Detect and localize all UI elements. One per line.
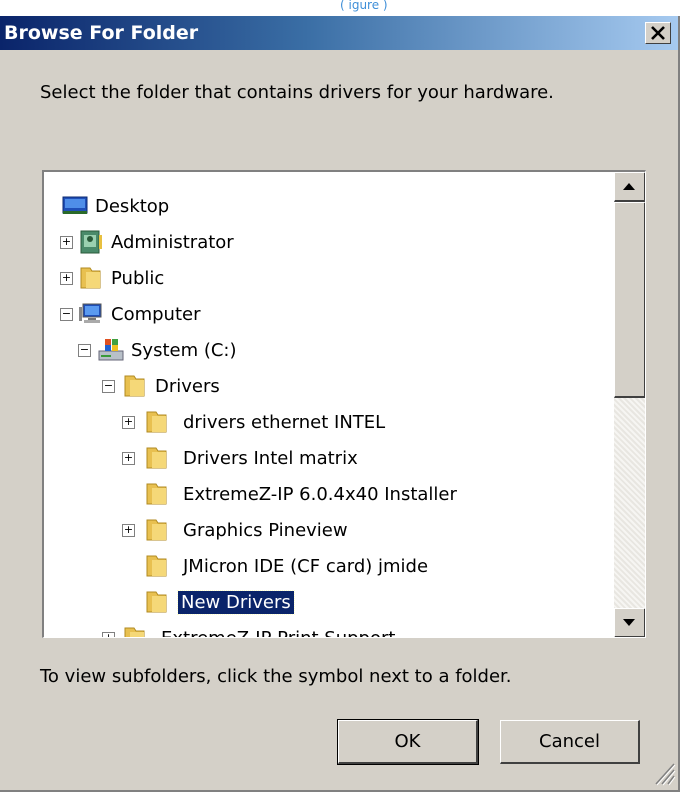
window-title: Browse For Folder [4,22,199,44]
close-button[interactable] [645,22,671,44]
system-drive-icon [98,339,124,361]
scroll-down-button[interactable] [614,608,645,637]
expand-toggle[interactable]: + [122,415,135,429]
expand-toggle[interactable]: + [102,631,115,637]
expand-toggle[interactable]: + [122,523,135,537]
folder-icon [146,591,167,613]
folder-icon [124,627,145,637]
resize-grip-icon[interactable] [648,756,676,786]
vertical-scrollbar[interactable] [614,172,645,637]
tree-item-label: Public [111,267,165,289]
tree-item-label: ExtremeZ-IP Print Support [161,627,396,638]
folder-icon [146,447,167,469]
tree-item-system-c[interactable]: − System (C:) [44,332,604,368]
expand-toggle[interactable]: + [122,451,135,465]
tree-item-administrator[interactable]: + Administrator [44,224,604,260]
tree-item-label: drivers ethernet INTEL [183,411,386,433]
tree-item-desktop[interactable]: Desktop [44,188,604,224]
user-folder-icon [80,230,102,254]
expand-toggle[interactable]: + [60,235,73,249]
tree-item-label: Administrator [111,231,234,253]
folder-tree-list: Desktop + Administrator + Public − Compu… [44,172,614,638]
tree-item-label: JMicron IDE (CF card) jmide [183,555,429,577]
cancel-button[interactable]: Cancel [500,720,640,764]
folder-icon [80,267,101,289]
tree-item-drivers-ethernet-intel[interactable]: + drivers ethernet INTEL [44,404,604,440]
tree-item-label: Drivers [155,375,220,397]
ok-button[interactable]: OK [337,719,479,765]
tree-item-label: ExtremeZ-IP 6.0.4x40 Installer [183,483,457,505]
instruction-text: Select the folder that contains drivers … [40,82,554,103]
tree-item-label: System (C:) [131,339,237,361]
folder-icon [146,519,167,541]
folder-icon [146,483,167,505]
scroll-thumb[interactable] [614,202,645,398]
tree-item-label: Drivers Intel matrix [183,447,358,469]
tree-item-computer[interactable]: − Computer [44,296,604,332]
tree-item-label: Graphics Pineview [183,519,348,541]
arrow-down-icon [623,619,635,626]
folder-icon [124,375,145,397]
scroll-up-button[interactable] [614,172,645,202]
tree-item-drivers-intel-matrix[interactable]: + Drivers Intel matrix [44,440,604,476]
tree-item-label: Desktop [95,195,170,217]
collapse-toggle[interactable]: − [78,343,91,357]
folder-icon [146,411,167,433]
tree-item-jmicron-ide[interactable]: JMicron IDE (CF card) jmide [44,548,604,584]
folder-tree[interactable]: Desktop + Administrator + Public − Compu… [42,170,646,638]
tree-item-label: New Drivers [177,589,295,615]
expand-toggle[interactable]: + [60,271,73,285]
folder-icon [146,555,167,577]
tree-item-extremez-ip-installer[interactable]: ExtremeZ-IP 6.0.4x40 Installer [44,476,604,512]
computer-icon [79,303,102,323]
tree-item-public[interactable]: + Public [44,260,604,296]
close-icon [651,26,665,40]
collapse-toggle[interactable]: − [60,307,73,321]
title-bar[interactable]: Browse For Folder [0,16,678,50]
collapse-toggle[interactable]: − [102,379,115,393]
tree-item-extremez-ip-print-support[interactable]: + ExtremeZ-IP Print Support [44,620,604,638]
tree-item-new-drivers[interactable]: New Drivers [44,584,604,620]
top-fragment: ( igure ) [340,0,388,12]
hint-text: To view subfolders, click the symbol nex… [40,666,512,687]
tree-item-drivers[interactable]: − Drivers [44,368,604,404]
browse-for-folder-dialog: Browse For Folder Select the folder that… [0,16,680,792]
desktop-icon [62,196,88,214]
tree-item-graphics-pineview[interactable]: + Graphics Pineview [44,512,604,548]
tree-item-label: Computer [111,303,201,325]
arrow-up-icon [623,183,635,190]
